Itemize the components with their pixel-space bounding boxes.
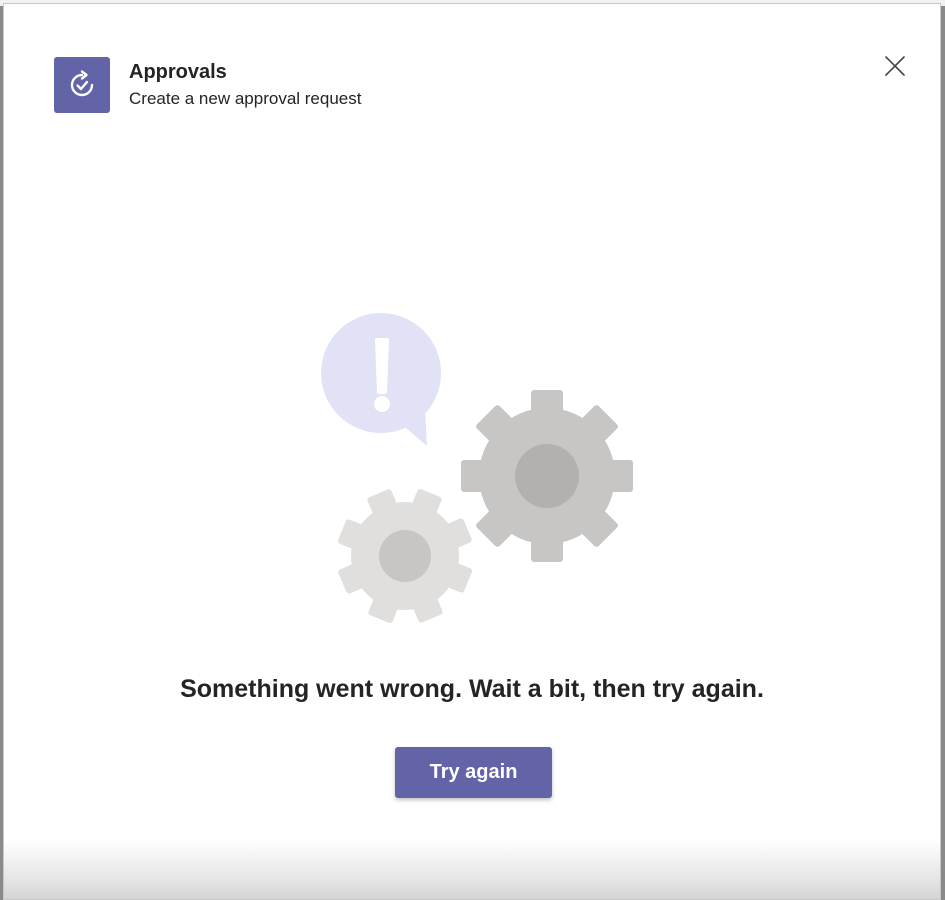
header-text: Approvals Create a new approval request: [129, 57, 361, 109]
error-message: Something went wrong. Wait a bit, then t…: [180, 675, 764, 703]
dialog-title: Approvals: [129, 61, 227, 83]
gears-error-illustration: [309, 304, 649, 634]
close-icon: [885, 56, 905, 76]
small-gear-icon: [337, 488, 473, 624]
large-gear-icon: [461, 390, 633, 562]
try-again-button[interactable]: Try again: [395, 747, 552, 798]
dialog-header: Approvals Create a new approval request: [54, 57, 361, 115]
close-button[interactable]: [880, 51, 910, 81]
dialog-subtitle: Create a new approval request: [129, 89, 362, 108]
approvals-dialog: Approvals Create a new approval request: [3, 3, 941, 900]
footer-shadow: [4, 839, 940, 899]
alert-bubble-icon: [321, 313, 441, 446]
approvals-icon: [54, 57, 110, 113]
